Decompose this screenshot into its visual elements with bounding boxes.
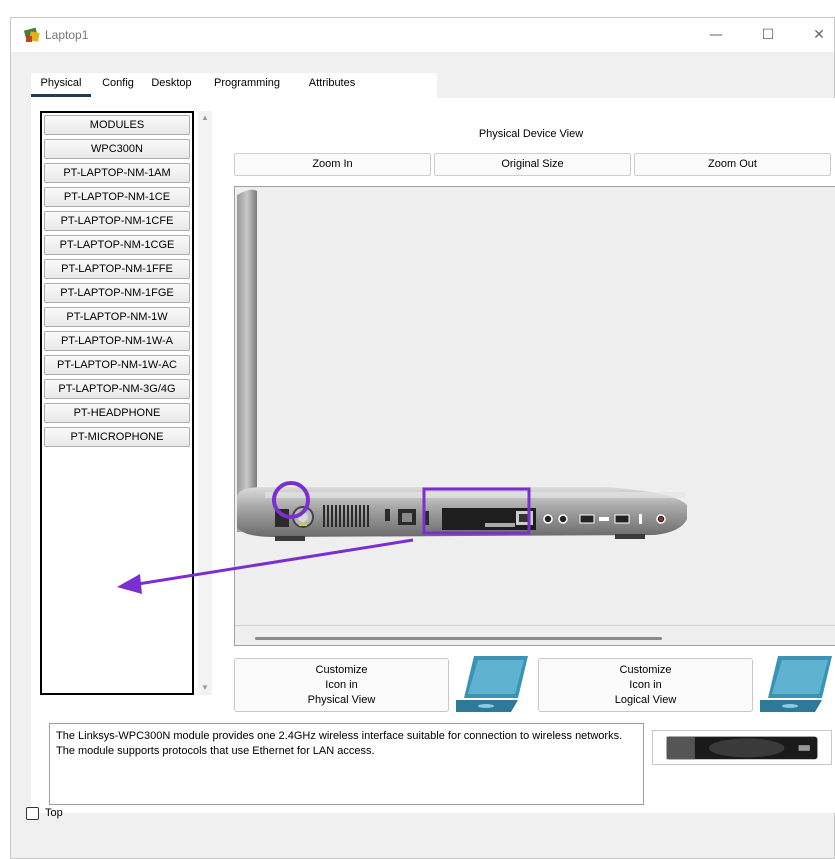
hscroll-track — [235, 625, 835, 626]
scroll-up-icon[interactable]: ▲ — [198, 111, 212, 125]
title-bar: Laptop1 — ☐ ✕ — [11, 18, 834, 52]
module-item-wpc300n[interactable]: WPC300N — [44, 139, 190, 159]
module-item-nm-1cfe[interactable]: PT-LAPTOP-NM-1CFE — [44, 211, 190, 231]
tab-programming[interactable]: Programming — [201, 73, 293, 97]
laptop-physical-icon — [456, 656, 528, 712]
module-item-nm-1ce[interactable]: PT-LAPTOP-NM-1CE — [44, 187, 190, 207]
module-item-microphone[interactable]: PT-MICROPHONE — [44, 427, 190, 447]
physical-tab-content: MODULES WPC300N PT-LAPTOP-NM-1AM PT-LAPT… — [31, 98, 835, 813]
customize-logical-line2: Icon in — [629, 679, 662, 691]
module-item-nm-1am[interactable]: PT-LAPTOP-NM-1AM — [44, 163, 190, 183]
window-title: Laptop1 — [45, 28, 89, 42]
module-item-nm-1ffe[interactable]: PT-LAPTOP-NM-1FFE — [44, 259, 190, 279]
laptop-lid — [237, 189, 257, 532]
laptop-side-image — [237, 189, 687, 541]
modules-header: MODULES — [44, 115, 190, 135]
module-item-nm-1fge[interactable]: PT-LAPTOP-NM-1FGE — [44, 283, 190, 303]
original-size-button[interactable]: Original Size — [434, 153, 631, 176]
module-item-nm-1w[interactable]: PT-LAPTOP-NM-1W — [44, 307, 190, 327]
top-checkbox-label: Top — [45, 807, 63, 819]
tab-physical[interactable]: Physical — [31, 73, 91, 97]
laptop-logical-icon — [760, 656, 832, 712]
customize-logical-line1: Customize — [619, 664, 672, 676]
tab-desktop[interactable]: Desktop — [144, 73, 199, 97]
minimize-button[interactable]: — — [696, 22, 736, 48]
module-description: The Linksys-WPC300N module provides one … — [49, 723, 644, 805]
module-item-nm-3g4g[interactable]: PT-LAPTOP-NM-3G/4G — [44, 379, 190, 399]
physical-device-view-label: Physical Device View — [478, 128, 584, 140]
customize-physical-line1: Customize — [315, 664, 368, 676]
customize-physical-line2: Icon in — [325, 679, 358, 691]
scroll-down-icon[interactable]: ▼ — [198, 681, 212, 695]
customize-physical-line3: Physical View — [307, 694, 376, 706]
device-window: Laptop1 — ☐ ✕ Physical Config Desktop Pr… — [10, 17, 835, 859]
laptop-app-icon — [23, 27, 40, 42]
customize-logical-line3: Logical View — [614, 694, 677, 706]
zoom-in-button[interactable]: Zoom In — [234, 153, 431, 176]
module-item-nm-1w-ac[interactable]: PT-LAPTOP-NM-1W-AC — [44, 355, 190, 375]
module-item-headphone[interactable]: PT-HEADPHONE — [44, 403, 190, 423]
horizontal-scrollbar[interactable] — [255, 637, 662, 640]
zoom-out-button[interactable]: Zoom Out — [634, 153, 831, 176]
customize-logical-icon-button[interactable]: Customize Icon in Logical View — [538, 658, 753, 712]
maximize-button[interactable]: ☐ — [748, 22, 788, 48]
tab-config[interactable]: Config — [93, 73, 143, 97]
module-item-nm-1w-a[interactable]: PT-LAPTOP-NM-1W-A — [44, 331, 190, 351]
close-button[interactable]: ✕ — [799, 22, 835, 48]
modules-list: MODULES WPC300N PT-LAPTOP-NM-1AM PT-LAPT… — [40, 111, 194, 695]
tab-attributes[interactable]: Attributes — [296, 73, 368, 97]
modules-scrollbar[interactable]: ▲ ▼ — [198, 111, 212, 695]
customize-physical-icon-button[interactable]: Customize Icon in Physical View — [234, 658, 449, 712]
top-checkbox[interactable] — [26, 807, 39, 820]
physical-device-canvas[interactable] — [234, 186, 835, 646]
module-item-nm-1cge[interactable]: PT-LAPTOP-NM-1CGE — [44, 235, 190, 255]
module-thumbnail — [652, 730, 832, 765]
